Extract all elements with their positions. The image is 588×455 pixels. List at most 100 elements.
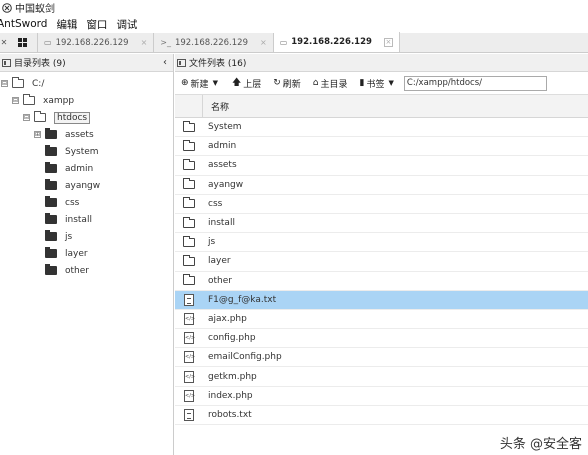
collapse-toggle-icon[interactable]: ⊟ xyxy=(1,80,8,87)
directory-panel-header: 目录列表 (9) ‹ xyxy=(0,54,173,72)
tree-node-c-drive[interactable]: ⊟ C:/ xyxy=(1,75,44,92)
file-row[interactable]: </> index.php xyxy=(175,387,588,406)
file-row[interactable]: css xyxy=(175,195,588,214)
file-row[interactable]: admin xyxy=(175,137,588,157)
file-list: System admin assets ayangw css install j… xyxy=(175,118,588,425)
file-row[interactable]: </> emailConfig.php xyxy=(175,348,588,368)
file-row[interactable]: other xyxy=(175,272,588,291)
file-name: emailConfig.php xyxy=(208,352,282,363)
tree-node-ayangw[interactable]: ayangw xyxy=(45,177,100,194)
bookmark-label: 书签 xyxy=(366,79,385,90)
tab-terminal[interactable]: >_ 192.168.226.129 × xyxy=(154,33,274,52)
file-name: js xyxy=(208,237,216,248)
tree-node-install[interactable]: install xyxy=(45,211,92,228)
file-name: layer xyxy=(208,256,231,267)
collapse-toggle-icon[interactable]: ⊟ xyxy=(23,114,30,121)
code-file-icon: </> xyxy=(184,370,195,383)
tab-home[interactable] xyxy=(8,33,38,52)
title-bar: 中国蚁剑 xyxy=(0,0,588,15)
icon-column-header xyxy=(175,94,203,118)
window-icon: ▭ xyxy=(279,37,288,47)
menu-antsword[interactable]: AntSword xyxy=(0,18,47,30)
file-row[interactable]: </> config.php xyxy=(175,329,588,349)
file-row[interactable]: js xyxy=(175,233,588,253)
tree-node-label: System xyxy=(65,146,99,157)
tree-node-label: xampp xyxy=(43,95,75,106)
path-input[interactable] xyxy=(403,75,547,91)
close-icon[interactable]: ✕ xyxy=(0,33,8,52)
refresh-icon: ↻ xyxy=(273,78,281,88)
up-button[interactable]: 🡅 上层 xyxy=(232,75,261,91)
expand-toggle-icon[interactable]: ⊞ xyxy=(34,131,41,138)
tree-node-layer[interactable]: layer xyxy=(45,245,88,262)
file-row[interactable]: System xyxy=(175,118,588,138)
tab-close-icon[interactable]: × xyxy=(383,37,393,47)
file-panel-title: 文件列表 (16) xyxy=(189,59,247,69)
file-name: System xyxy=(208,122,242,133)
file-name: other xyxy=(208,275,232,286)
tree-node-label: install xyxy=(65,214,92,225)
collapse-toggle-icon[interactable]: ⊟ xyxy=(12,97,19,104)
tree-node-label: htdocs xyxy=(54,111,91,124)
tab-bar: ✕ ▭ 192.168.226.129 × >_ 192.168.226.129… xyxy=(0,32,588,53)
file-name: install xyxy=(208,218,235,229)
file-panel: 文件列表 (16) ⊕ 新建 ▼ 🡅 上层 ↻ 刷新 ⌂ 主目录 ▮ 书签 ▼ … xyxy=(175,54,588,455)
tree-node-css[interactable]: css xyxy=(45,194,79,211)
folder-icon xyxy=(183,120,195,132)
folder-open-icon xyxy=(23,94,35,105)
file-row[interactable]: </> ajax.php xyxy=(175,310,588,330)
file-row[interactable]: </> getkm.php xyxy=(175,367,588,387)
tree-node-other[interactable]: other xyxy=(45,262,89,279)
file-row[interactable]: install xyxy=(175,214,588,234)
folder-icon xyxy=(183,197,195,209)
tab-file-manager-1[interactable]: ▭ 192.168.226.129 × xyxy=(38,33,155,52)
file-row[interactable]: assets xyxy=(175,156,588,176)
file-name: assets xyxy=(208,160,237,171)
menu-window[interactable]: 窗口 xyxy=(86,17,107,32)
file-name: config.php xyxy=(208,333,256,344)
caret-down-icon: ▼ xyxy=(388,79,394,87)
file-name: index.php xyxy=(208,390,253,401)
tab-close-icon[interactable]: × xyxy=(141,38,148,47)
tree-node-label: other xyxy=(65,265,89,276)
tree-node-label: C:/ xyxy=(32,78,45,89)
tab-close-icon[interactable]: × xyxy=(260,38,267,47)
plus-circle-icon: ⊕ xyxy=(181,78,189,88)
tree-node-label: ayangw xyxy=(65,180,101,191)
file-row[interactable]: layer xyxy=(175,252,588,272)
file-row[interactable]: ayangw xyxy=(175,176,588,195)
folder-icon xyxy=(183,274,195,286)
collapse-icon[interactable]: ‹ xyxy=(163,57,167,68)
tab-file-manager-active[interactable]: ▭ 192.168.226.129 × xyxy=(273,32,400,52)
file-row[interactable]: robots.txt xyxy=(175,406,588,425)
file-toolbar: ⊕ 新建 ▼ 🡅 上层 ↻ 刷新 ⌂ 主目录 ▮ 书签 ▼ xyxy=(175,72,588,95)
file-row-selected[interactable]: F1@g_f@ka.txt xyxy=(175,290,588,310)
home-label: 主目录 xyxy=(320,79,348,90)
menu-edit[interactable]: 编辑 xyxy=(56,17,77,32)
panel-icon xyxy=(2,58,11,67)
window-icon: ▭ xyxy=(44,38,52,47)
tree-node-admin[interactable]: admin xyxy=(45,160,93,177)
refresh-button[interactable]: ↻ 刷新 xyxy=(273,77,301,90)
folder-icon xyxy=(45,230,57,241)
menu-debug[interactable]: 调试 xyxy=(116,17,137,32)
new-button[interactable]: ⊕ 新建 ▼ xyxy=(181,77,220,90)
window-title: 中国蚁剑 xyxy=(15,4,55,15)
folder-open-icon xyxy=(34,111,46,122)
tree-node-xampp[interactable]: ⊟ xampp xyxy=(12,92,74,109)
caret-down-icon: ▼ xyxy=(212,79,218,87)
folder-icon xyxy=(45,162,57,173)
refresh-label: 刷新 xyxy=(282,79,301,90)
tree-node-label: css xyxy=(65,197,80,208)
tree-node-system[interactable]: System xyxy=(45,143,99,160)
folder-icon xyxy=(45,196,57,207)
home-icon: ⌂ xyxy=(312,78,319,88)
bookmark-button[interactable]: ▮ 书签 ▼ xyxy=(360,77,396,90)
folder-open-icon xyxy=(12,77,24,88)
file-name: ajax.php xyxy=(208,313,247,324)
tree-node-htdocs[interactable]: ⊟ htdocs xyxy=(23,109,91,126)
home-button[interactable]: ⌂ 主目录 xyxy=(313,77,348,90)
tree-node-js[interactable]: js xyxy=(45,228,72,245)
tree-node-assets[interactable]: ⊞ assets xyxy=(34,126,94,143)
name-column-header[interactable]: 名称 xyxy=(203,100,229,113)
